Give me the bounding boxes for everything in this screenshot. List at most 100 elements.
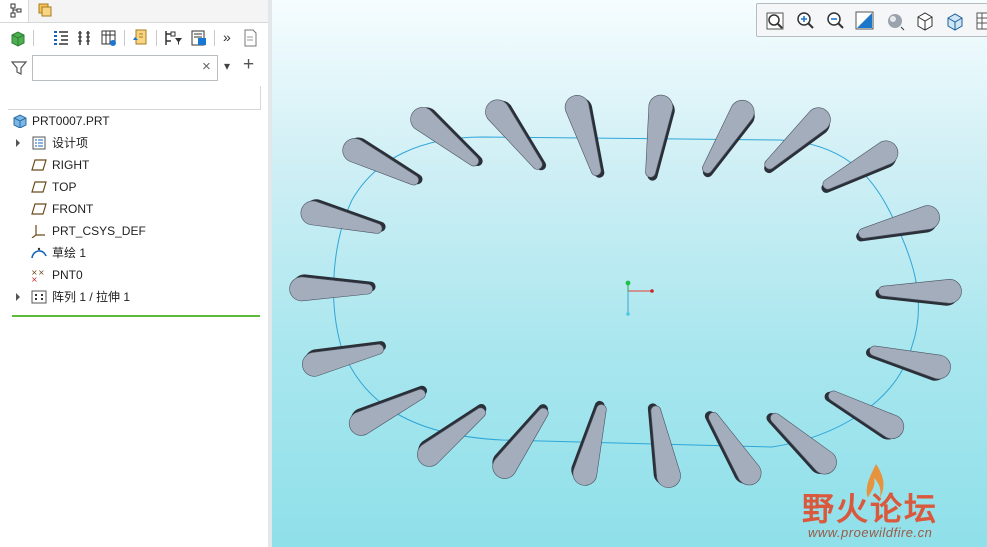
tree-item[interactable]: TOP: [0, 176, 268, 198]
pattern-fin[interactable]: [344, 378, 433, 440]
filter-funnel-icon: [10, 61, 28, 75]
tree-item[interactable]: × × × PNT0: [0, 264, 268, 286]
folder-browser-tab[interactable]: [30, 0, 58, 22]
overflow-icon: »: [223, 29, 231, 45]
zoom-in-button[interactable]: [793, 9, 817, 33]
tree-item-label: TOP: [52, 180, 77, 194]
model-tree-icon: [10, 3, 22, 18]
model-tree-tab[interactable]: [0, 0, 29, 22]
pattern-fin[interactable]: [562, 92, 612, 182]
clear-search-icon[interactable]: ×: [202, 58, 211, 75]
page-settings-button[interactable]: [240, 27, 262, 49]
navigator-tabs: [0, 0, 268, 23]
datum-plane-icon: [31, 159, 47, 171]
refit-icon: [766, 12, 784, 30]
navigator-panel: » × ▾ + PRT0007.PRT 设计项 RIGHT TOP FRONT PRT_…: [0, 0, 269, 547]
insert-indicator[interactable]: [12, 315, 260, 317]
datum-plane-icon: [31, 181, 47, 193]
tree-item[interactable]: RIGHT: [0, 154, 268, 176]
pattern-fin[interactable]: [406, 101, 489, 176]
layer-tree-button[interactable]: [98, 27, 120, 49]
tree-item-label: PRT0007.PRT: [32, 114, 110, 128]
tree-columns-icon: [78, 31, 90, 45]
saved-views-icon: [917, 12, 933, 31]
tree-item[interactable]: PRT_CSYS_DEF: [0, 220, 268, 242]
tree-item[interactable]: 设计项: [0, 132, 268, 154]
pattern-fins: [289, 92, 962, 491]
model-tree: PRT0007.PRT 设计项 RIGHT TOP FRONT PRT_CSYS_DEF…: [0, 110, 268, 308]
tree-columns-button[interactable]: [74, 27, 96, 49]
tree-filter-row: × ▾ +: [0, 54, 268, 84]
pattern-fin[interactable]: [815, 137, 903, 201]
filter-button[interactable]: [162, 27, 184, 49]
datum-display-icon: [947, 13, 963, 31]
add-filter-icon[interactable]: +: [243, 54, 254, 76]
tree-item-label: 设计项: [52, 136, 89, 150]
settings-icon: [191, 30, 206, 46]
pattern-fin[interactable]: [853, 203, 943, 249]
tree-search-input[interactable]: [32, 55, 218, 81]
datum-plane-icon: [31, 203, 47, 215]
tree-item[interactable]: FRONT: [0, 198, 268, 220]
repaint-button[interactable]: [853, 9, 877, 33]
csys-icon: [625, 280, 654, 316]
pattern-fin[interactable]: [697, 404, 766, 491]
tree-item-label: PRT_CSYS_DEF: [52, 224, 146, 238]
pattern-fin[interactable]: [411, 397, 494, 472]
pattern-fin[interactable]: [756, 103, 837, 181]
pattern-fin[interactable]: [863, 337, 953, 384]
csys-icon: [31, 225, 45, 238]
expand-arrow-icon[interactable]: [14, 292, 22, 302]
sketch-icon: [31, 247, 47, 259]
pattern-fin[interactable]: [640, 401, 683, 490]
tree-column-header: [8, 86, 261, 110]
tree-item-label: PNT0: [52, 268, 83, 282]
pattern-fin[interactable]: [299, 333, 389, 378]
datum-point-icon: × ××: [31, 268, 45, 282]
pattern-fin[interactable]: [481, 93, 554, 178]
pattern-fin[interactable]: [820, 382, 908, 446]
refit-button[interactable]: [763, 9, 787, 33]
tree-item-label: FRONT: [52, 202, 94, 216]
more-icon: [976, 12, 987, 30]
flame-logo: [866, 464, 884, 498]
graphics-window[interactable]: 野火论坛 www.proewildfire.cn: [272, 0, 987, 547]
tree-item-label: RIGHT: [52, 158, 90, 172]
tree-list-icon: [54, 31, 68, 45]
part-settings-icon: [11, 31, 25, 47]
page-icon: [244, 29, 257, 47]
part-icon: [13, 114, 27, 128]
tree-root-part[interactable]: PRT0007.PRT: [0, 110, 268, 132]
more-button[interactable]: [973, 9, 987, 33]
table-view-icon: [101, 30, 116, 46]
tree-item[interactable]: 阵列 1 / 拉伸 1: [0, 286, 268, 308]
settings-button[interactable]: [188, 27, 210, 49]
pattern-fin[interactable]: [289, 274, 376, 302]
repaint-icon: [855, 11, 874, 30]
datum-display-button[interactable]: [943, 9, 967, 33]
folder-browser-icon: [38, 3, 52, 17]
svg-text:×: ×: [31, 275, 38, 282]
zoom-out-icon: [827, 12, 844, 29]
filter-dropdown-icon[interactable]: ▾: [224, 59, 230, 73]
show-button[interactable]: [8, 27, 30, 49]
pattern-fin[interactable]: [298, 196, 388, 242]
zoom-out-button[interactable]: [823, 9, 847, 33]
tree-item-label: 草绘 1: [52, 246, 87, 260]
pattern-fin[interactable]: [875, 279, 962, 306]
toolbar-overflow-button[interactable]: »: [218, 27, 240, 49]
watermark-url: www.proewildfire.cn: [808, 525, 933, 540]
pattern-fin[interactable]: [339, 132, 428, 194]
tree-item[interactable]: 草绘 1: [0, 242, 268, 264]
tree-settings-button[interactable]: [50, 27, 72, 49]
expand-arrow-icon[interactable]: [14, 138, 22, 148]
navigator-toolbar: »: [0, 24, 268, 52]
svg-text:×: ×: [38, 268, 45, 277]
pattern-fin[interactable]: [637, 93, 676, 182]
open-file-button[interactable]: [130, 27, 152, 49]
design-items-icon: [32, 136, 46, 150]
saved-views-button[interactable]: [913, 9, 937, 33]
zoom-in-icon: [797, 12, 814, 29]
pattern-fin[interactable]: [760, 404, 842, 481]
display-style-button[interactable]: [883, 9, 907, 33]
